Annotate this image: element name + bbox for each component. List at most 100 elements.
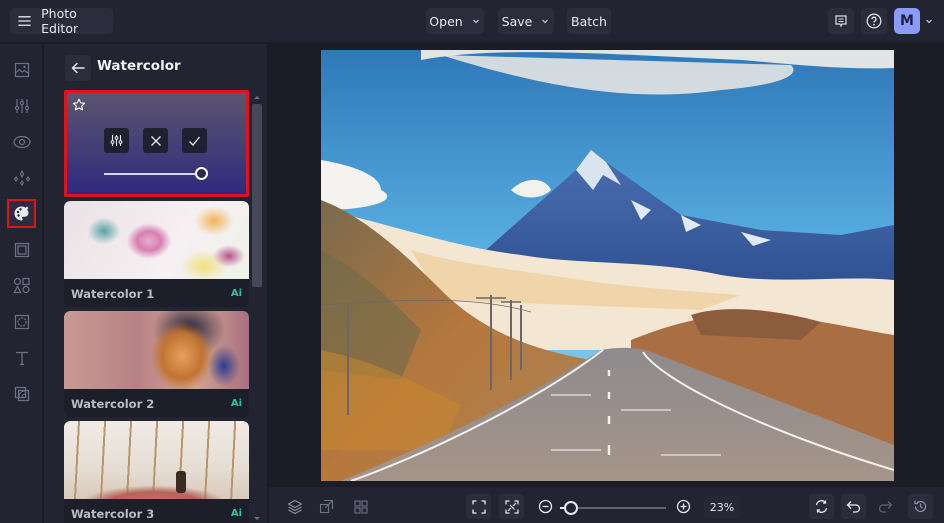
scroll-up-arrow[interactable] [254,96,260,99]
rail-item-artsy[interactable] [7,199,36,228]
ai-badge: Ai [230,288,242,299]
apply-filter-button[interactable] [182,128,207,153]
watercolor-landscape-image [321,50,894,481]
check-icon [189,136,201,146]
zoom-out-button[interactable] [533,494,558,519]
open-button[interactable]: Open [426,8,484,34]
eye-icon [12,135,31,148]
filter-card[interactable]: Watercolor 1 Ai [64,201,249,307]
rail-item-adjust[interactable] [7,91,36,120]
account-chevron-down-icon[interactable] [924,16,934,26]
texture-icon [14,386,29,401]
canvas-image[interactable] [321,50,894,481]
avatar[interactable]: M [894,8,920,34]
help-button[interactable] [861,8,887,34]
image-icon [14,62,29,77]
rail-item-text[interactable] [7,343,36,372]
zoom-level-input[interactable]: 23% [704,496,740,518]
reset-button[interactable] [809,494,834,519]
rail-item-graphics[interactable] [7,271,36,300]
rail-item-textures[interactable] [7,379,36,408]
app-menu-button[interactable]: Photo Editor [10,6,113,36]
zoom-out-icon [538,499,553,514]
filter-name: Watercolor 2 [71,397,155,411]
scroll-down-arrow[interactable] [254,517,260,520]
top-bar: Photo Editor Open Save Batch M [0,0,944,43]
zoom-in-icon [676,499,691,514]
sliders-icon [14,98,29,113]
save-button[interactable]: Save [498,8,554,34]
redo-button[interactable] [873,494,898,519]
refresh-icon [815,500,828,513]
scrollbar-thumb[interactable] [252,104,262,287]
rail-item-effects[interactable] [7,127,36,156]
expand-icon [471,499,486,514]
filter-card[interactable]: Watercolor 2 Ai [64,311,249,417]
undo-button[interactable] [841,494,866,519]
thumbnail-figure [176,471,186,493]
feedback-button[interactable] [828,8,854,34]
ai-badge: Ai [230,508,242,519]
active-filter-card[interactable] [64,90,249,197]
help-icon [866,13,882,29]
bottom-toolbar: 23% [269,486,944,523]
palette-icon [14,206,29,221]
filter-name: Watercolor 1 [71,287,155,301]
actual-size-button[interactable] [499,494,524,519]
filter-card[interactable]: Watercolor 3 Ai [64,421,249,523]
rail-item-overlays[interactable] [7,307,36,336]
grid-button[interactable] [348,494,373,519]
filter-name: Watercolor 3 [71,507,155,521]
frame-icon [14,242,29,257]
zoom-slider-thumb[interactable] [564,501,579,515]
app-title: Photo Editor [41,6,79,36]
zoom-in-button[interactable] [671,494,696,519]
adjust-filter-button[interactable] [104,128,129,153]
cancel-filter-button[interactable] [143,128,168,153]
back-button[interactable] [65,55,91,81]
intensity-slider-track[interactable] [104,173,202,175]
rail-item-image[interactable] [7,55,36,84]
sliders-icon [110,135,123,146]
save-label: Save [501,13,533,29]
text-icon [15,351,28,365]
intensity-slider-thumb[interactable] [195,167,208,180]
canvas-workspace [269,44,944,486]
grid-icon [353,499,368,514]
panel-title: Watercolor [97,58,181,74]
rail-item-frames[interactable] [7,235,36,264]
ai-badge: Ai [230,398,242,409]
batch-button[interactable]: Batch [567,8,611,34]
undo-icon [846,501,861,513]
hamburger-menu-icon [18,16,31,26]
panel-scrollbar[interactable] [252,90,262,523]
filter-list: Watercolor 1 Ai Watercolor 2 Ai Watercol… [64,90,249,523]
open-label: Open [429,13,463,29]
history-button[interactable] [908,494,933,519]
arrow-left-icon [71,62,85,74]
chevron-down-icon [472,19,479,24]
rail-item-touch-up[interactable] [7,163,36,192]
batch-label: Batch [571,13,607,29]
chevron-down-icon [542,19,549,24]
filter-thumbnail [64,201,249,279]
redo-icon [878,501,893,513]
sparkle-icon [13,169,30,186]
feedback-icon [835,15,847,28]
history-icon [914,500,927,513]
tool-rail [0,44,43,523]
shrink-icon [504,499,519,514]
close-icon [150,135,161,146]
star-icon[interactable] [72,98,86,112]
overlay-icon [14,314,29,329]
layers-button[interactable] [282,494,307,519]
crop-resize-button[interactable] [314,494,339,519]
filter-panel: Watercolor Watercolor 1 Ai Watercolor 2 … [44,44,268,523]
resize-icon [319,499,334,514]
fit-to-screen-button[interactable] [466,494,491,519]
filter-thumbnail [64,421,249,499]
shapes-icon [13,277,30,294]
layers-icon [287,499,302,514]
zoom-slider-track[interactable] [572,507,666,509]
filter-thumbnail [64,311,249,389]
